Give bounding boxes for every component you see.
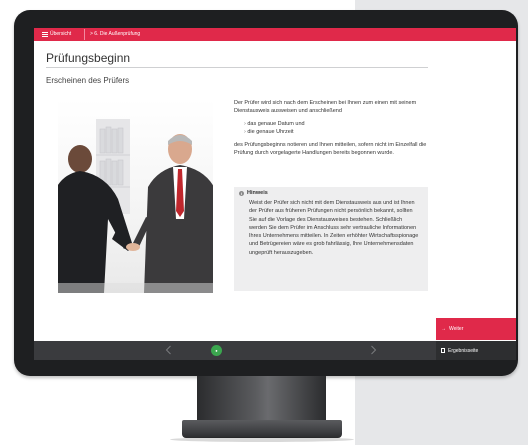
info-icon: i: [239, 190, 244, 196]
results-label: Ergebnisseite: [448, 347, 479, 354]
title-divider: [46, 67, 428, 68]
results-button[interactable]: Ergebnisseite: [436, 341, 516, 360]
list-item: das genaue Datum und: [244, 120, 430, 128]
overview-button[interactable]: Übersicht: [42, 28, 71, 41]
intro-paragraph: Der Prüfer wird sich nach dem Erscheinen…: [234, 100, 417, 114]
hint-header: i Hinweis: [239, 190, 268, 196]
top-navigation-bar: Übersicht > 6. Die Außenprüfung: [34, 28, 516, 41]
hint-title: Hinweis: [247, 190, 268, 196]
chevron-right-icon[interactable]: [368, 345, 378, 355]
hint-text: Weist der Prüfer sich nicht mit dem Dien…: [249, 200, 419, 256]
section-title: Erscheinen des Prüfers: [46, 76, 130, 85]
app-screen: Übersicht > 6. Die Außenprüfung Prüfungs…: [34, 28, 516, 360]
monitor-stand-base: [182, 420, 342, 438]
overview-label: Übersicht: [50, 31, 72, 37]
next-label: Weiter: [449, 326, 464, 332]
chevron-left-icon[interactable]: [164, 345, 174, 355]
breadcrumb[interactable]: > 6. Die Außenprüfung: [90, 28, 140, 41]
arrow-right-icon: →: [441, 326, 446, 332]
nav-divider: [84, 29, 85, 40]
detail-list: das genaue Datum und die genaue Uhrzeit: [244, 120, 430, 136]
menu-icon: [42, 32, 48, 37]
monitor-stand-neck: [197, 376, 326, 421]
handshake-illustration: [58, 119, 213, 293]
handshake-photo: [58, 99, 213, 293]
content-text: Der Prüfer wird sich nach dem Erscheinen…: [234, 99, 430, 157]
progress-indicator[interactable]: ●: [211, 345, 222, 356]
document-icon: [441, 348, 445, 353]
stand-shadow: [170, 437, 354, 442]
list-item: die genaue Uhrzeit: [244, 128, 430, 136]
hint-box: i Hinweis Weist der Prüfer sich nicht mi…: [234, 187, 428, 291]
page-title: Prüfungsbeginn: [46, 51, 131, 65]
outro-paragraph: des Prüfungsbeginns notieren und Ihnen m…: [234, 142, 427, 156]
next-button[interactable]: → Weiter: [436, 318, 516, 340]
